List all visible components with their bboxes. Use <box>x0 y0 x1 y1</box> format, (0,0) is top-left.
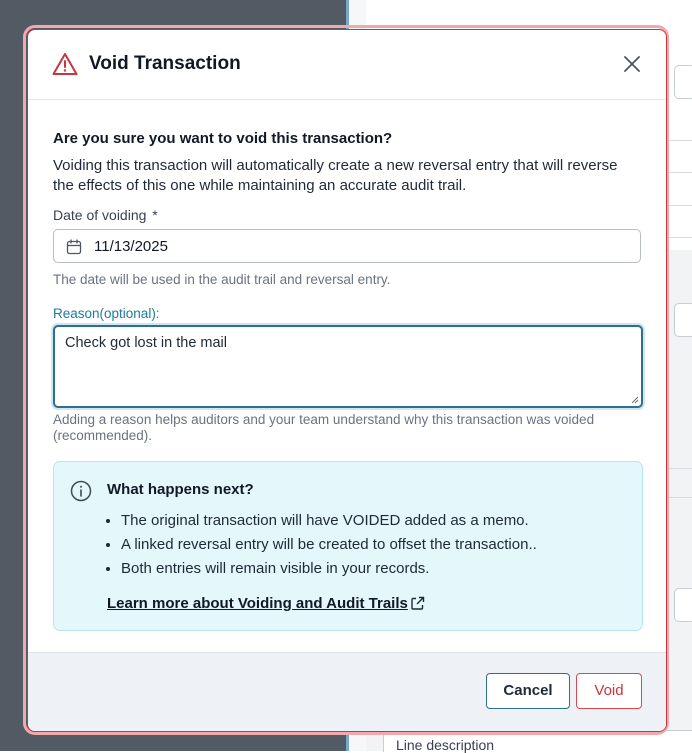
close-icon[interactable] <box>622 54 642 74</box>
calendar-icon[interactable] <box>66 239 82 255</box>
info-list: The original transaction will have VOIDE… <box>107 509 537 581</box>
date-label-text: Date of voiding <box>53 207 147 223</box>
background-field <box>674 65 692 99</box>
confirmation-question: Are you sure you want to void this trans… <box>53 130 393 147</box>
reason-label: Reason(optional): <box>53 306 160 321</box>
required-indicator: * <box>152 207 158 223</box>
dialog-title: Void Transaction <box>89 53 241 74</box>
resize-handle-icon[interactable] <box>631 396 639 404</box>
dialog-header: Void Transaction <box>28 30 666 100</box>
void-transaction-dialog: Void Transaction Are you sure you want t… <box>27 29 667 732</box>
reason-textarea[interactable]: Check got lost in the mail <box>53 325 643 408</box>
date-help-text: The date will be used in the audit trail… <box>53 272 391 287</box>
void-description: Voiding this transaction will automatica… <box>53 157 618 194</box>
background-field <box>674 588 692 622</box>
void-button[interactable]: Void <box>576 673 642 709</box>
reason-help-text: Adding a reason helps auditors and your … <box>53 412 595 443</box>
list-item: A linked reversal entry will be created … <box>121 533 537 557</box>
date-value: 11/13/2025 <box>94 238 168 255</box>
warning-icon <box>52 53 78 75</box>
date-of-voiding-label: Date of voiding * <box>53 207 158 223</box>
date-of-voiding-input[interactable]: 11/13/2025 <box>53 229 641 263</box>
background-field <box>674 303 692 337</box>
cancel-button[interactable]: Cancel <box>486 673 570 709</box>
info-icon <box>70 480 92 502</box>
list-item: Both entries will remain visible in your… <box>121 557 537 581</box>
what-happens-next-panel: What happens next? The original transact… <box>53 461 643 631</box>
external-link-icon[interactable] <box>410 596 425 611</box>
list-item: The original transaction will have VOIDE… <box>121 509 537 533</box>
info-title: What happens next? <box>107 481 254 498</box>
learn-more-link[interactable]: Learn more about Voiding and Audit Trail… <box>107 595 408 612</box>
dialog-footer: Cancel Void <box>28 652 666 731</box>
